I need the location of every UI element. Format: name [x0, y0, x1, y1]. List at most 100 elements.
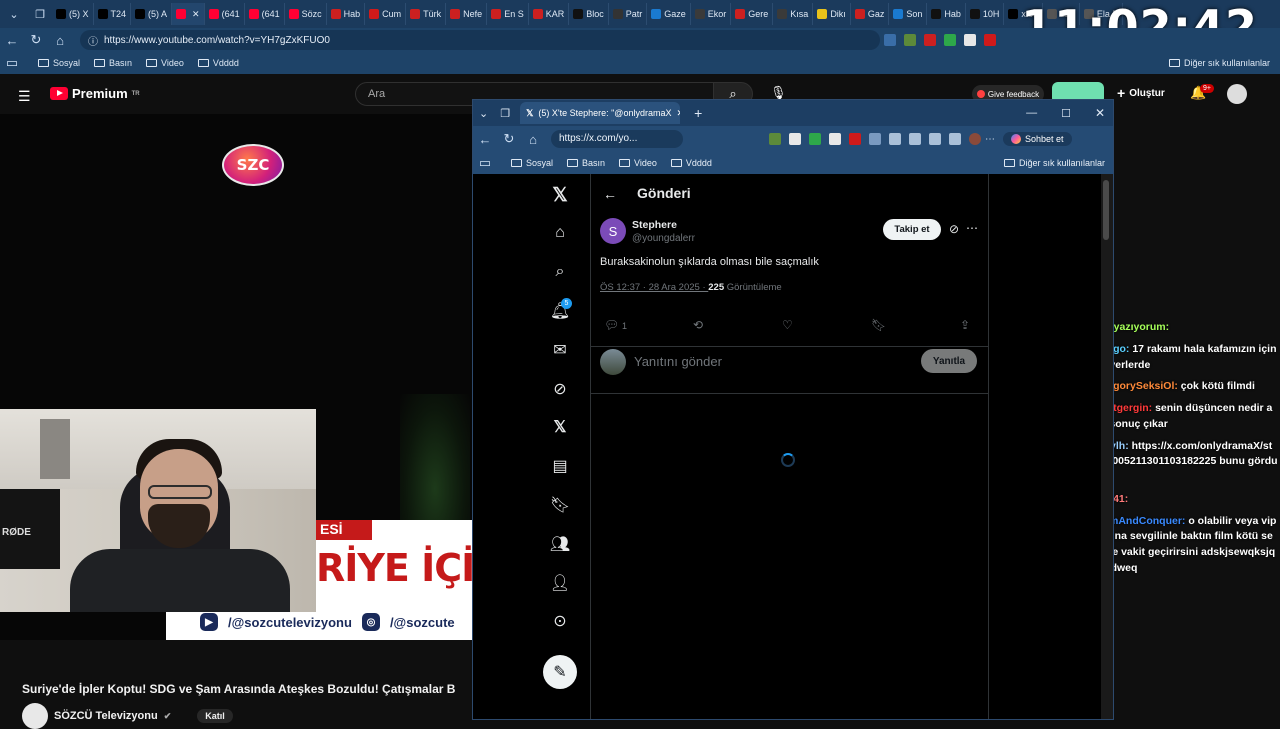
browser-tab[interactable]: Hab — [927, 3, 966, 25]
bookmark-folder-basin[interactable]: Basın — [94, 58, 132, 68]
profile-icon[interactable] — [969, 133, 981, 145]
extension-icon[interactable] — [984, 34, 996, 46]
extension-icon[interactable] — [809, 133, 821, 145]
author-handle[interactable]: @youngdalerr — [632, 233, 695, 244]
browser-tab[interactable]: Nefe — [446, 3, 488, 25]
close-tab-icon[interactable]: ✕ — [192, 9, 200, 20]
browser-tab[interactable]: (5) X — [52, 3, 94, 25]
bookmark-folder-video[interactable]: Video — [619, 158, 657, 168]
tab-icon[interactable]: ▭ — [0, 51, 24, 75]
author-avatar[interactable]: S — [600, 218, 626, 244]
more-options-icon[interactable]: ⋯ — [966, 221, 978, 235]
more-icon[interactable]: ⋯ — [985, 134, 995, 145]
extension-icon[interactable] — [904, 34, 916, 46]
back-icon[interactable]: ← — [0, 28, 24, 52]
browser-tab[interactable]: ✕ — [172, 3, 205, 25]
reply-icon[interactable]: 💬︎ — [604, 318, 619, 332]
bookmarks-icon[interactable]: 🔖︎ — [549, 494, 571, 516]
browser-tab[interactable]: (641 — [245, 3, 285, 25]
home-icon[interactable]: ⌂ — [549, 222, 571, 244]
extension-icon[interactable] — [869, 133, 881, 145]
extension-icon[interactable] — [769, 133, 781, 145]
reply-input[interactable]: Yanıtını gönder — [634, 354, 722, 369]
premium-x-icon[interactable]: 𝕏 — [549, 416, 571, 438]
share-icon[interactable]: ⇪ — [960, 318, 970, 332]
tab-actions-chevron-icon[interactable]: ⌄ — [2, 3, 26, 25]
browser-tab[interactable]: Gere — [731, 3, 774, 25]
search-icon[interactable]: ⌕ — [549, 261, 571, 283]
tab-icon[interactable]: ▭ — [473, 151, 497, 175]
extension-icon[interactable] — [944, 34, 956, 46]
new-tab-plus-icon[interactable]: + — [694, 105, 702, 121]
communities-icon[interactable]: 👥︎ — [549, 533, 571, 555]
scrollbar[interactable] — [1101, 174, 1113, 719]
browser-tab[interactable]: Kısa — [773, 3, 814, 25]
extension-icon[interactable] — [789, 133, 801, 145]
extension-icon[interactable] — [909, 133, 921, 145]
extension-icon[interactable] — [829, 133, 841, 145]
bookmark-folder-video[interactable]: Video — [146, 58, 184, 68]
browser-tab[interactable]: Hab — [327, 3, 366, 25]
browser-tab[interactable]: En S — [487, 3, 529, 25]
other-bookmarks[interactable]: Diğer sık kullanılanlar — [1003, 158, 1105, 168]
maximize-icon[interactable]: ☐ — [1061, 107, 1071, 120]
reply-button[interactable]: Yanıtla — [921, 349, 977, 373]
like-heart-icon[interactable]: ♡ — [782, 318, 793, 332]
profile-icon[interactable]: 👤︎ — [549, 572, 571, 594]
channel-avatar[interactable] — [22, 703, 48, 729]
home-icon[interactable]: ⌂ — [521, 127, 545, 151]
extension-icon[interactable] — [964, 34, 976, 46]
bookmark-folder-sosyal[interactable]: Sosyal — [511, 158, 553, 168]
workspaces-icon[interactable]: ❐ — [500, 107, 510, 120]
browser-tab[interactable]: Patr — [609, 3, 648, 25]
x-logo-icon[interactable]: 𝕏 — [549, 184, 571, 206]
browser-tab[interactable]: Dikı — [813, 3, 851, 25]
back-arrow-icon[interactable]: ← — [603, 186, 617, 202]
grok-icon[interactable]: ⊘ — [549, 378, 571, 400]
compose-post-button[interactable]: ✎ — [543, 655, 577, 689]
browser-tab[interactable]: T24 — [94, 3, 132, 25]
minimize-icon[interactable]: — — [1026, 107, 1037, 119]
bookmark-folder-sosyal[interactable]: Sosyal — [38, 58, 80, 68]
bookmark-folder-vdddd[interactable]: Vdddd — [670, 158, 712, 168]
close-tab-icon[interactable]: ✕ — [676, 108, 680, 119]
grok-icon[interactable]: ⊘ — [949, 222, 959, 236]
browser-tab[interactable]: Türk — [406, 3, 447, 25]
reload-icon[interactable]: ↻ — [24, 28, 48, 52]
browser-tab[interactable]: Bloc — [569, 3, 609, 25]
x-url-field[interactable]: https://x.com/yo... — [551, 130, 683, 148]
author-name[interactable]: Stephere — [632, 219, 677, 231]
more-options-icon[interactable]: ⊙ — [549, 610, 571, 632]
other-bookmarks[interactable]: Diğer sık kullanılanlar — [1168, 58, 1270, 68]
channel-name[interactable]: SÖZCÜ Televizyonu — [54, 710, 158, 722]
extension-icon[interactable] — [924, 34, 936, 46]
browser-tab[interactable]: KAR — [529, 3, 570, 25]
browser-tab[interactable]: Son — [889, 3, 928, 25]
menu-icon[interactable]: ☰ — [18, 88, 31, 105]
browser-tab[interactable]: Sözc — [285, 3, 327, 25]
x-active-tab[interactable]: 𝕏 (5) X'te Stephere: "@onlydramaX ✕ — [520, 102, 681, 124]
follow-button[interactable]: Takip et — [883, 219, 941, 240]
tab-actions-chevron-icon[interactable]: ⌄ — [479, 107, 488, 120]
browser-tab[interactable]: Cum — [365, 3, 407, 25]
create-button[interactable]: + Oluştur — [1117, 85, 1165, 101]
browser-tab[interactable]: Gaz — [851, 3, 890, 25]
extension-icon[interactable] — [889, 133, 901, 145]
tweet-timestamp[interactable]: ÖS 12:37 · 28 Ara 2025 · — [600, 282, 708, 293]
join-button[interactable]: Katıl — [197, 709, 233, 723]
reload-icon[interactable]: ↻ — [497, 127, 521, 151]
home-icon[interactable]: ⌂ — [48, 28, 72, 52]
url-field[interactable]: ⓘ https://www.youtube.com/watch?v=YH7gZx… — [80, 30, 880, 50]
browser-tab[interactable]: (5) A — [131, 3, 173, 25]
bookmark-folder-basin[interactable]: Basın — [567, 158, 605, 168]
browser-tab[interactable]: Ekor — [691, 3, 732, 25]
bookmark-folder-vdddd[interactable]: Vdddd — [197, 58, 239, 68]
back-icon[interactable]: ← — [473, 127, 497, 151]
repost-icon[interactable]: ⟲ — [693, 318, 703, 332]
extension-icon[interactable] — [849, 133, 861, 145]
account-avatar[interactable] — [1227, 84, 1247, 104]
scrollbar-thumb[interactable] — [1103, 180, 1109, 240]
lists-icon[interactable]: ▤ — [549, 455, 571, 477]
browser-tab[interactable]: 10H — [966, 3, 1005, 25]
workspaces-icon[interactable]: ❐ — [28, 3, 52, 25]
